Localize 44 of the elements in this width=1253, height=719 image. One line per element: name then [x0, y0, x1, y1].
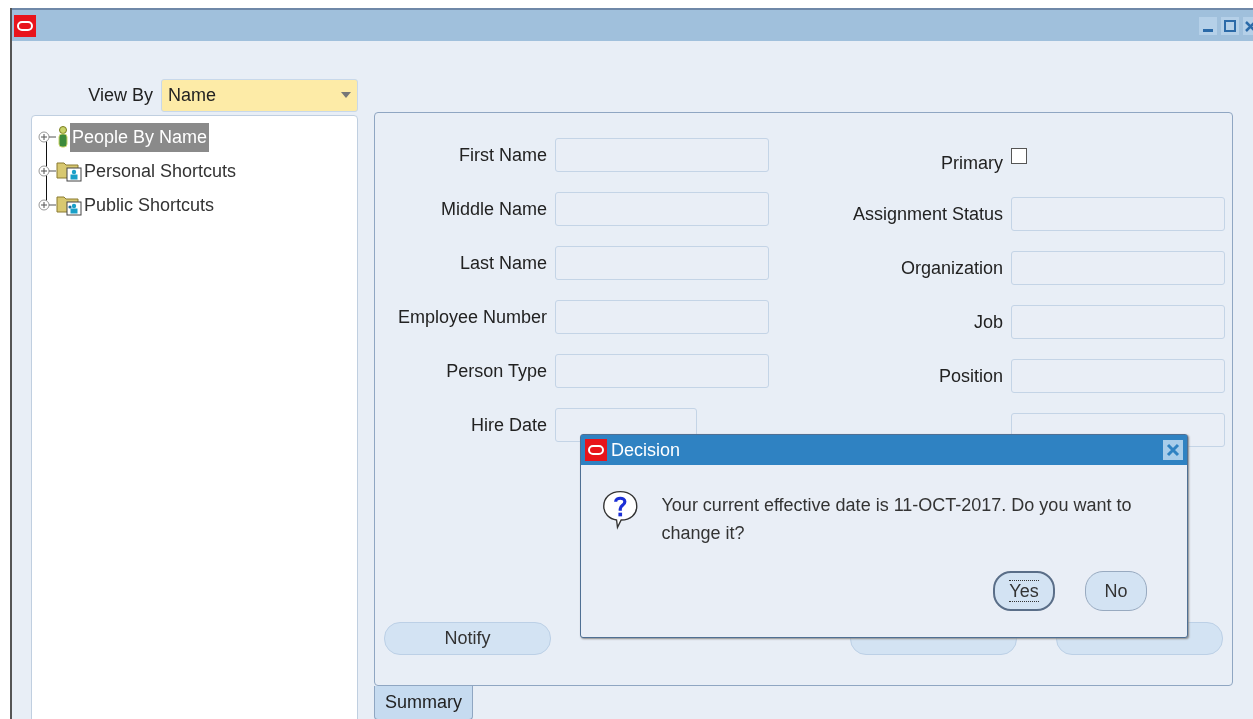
input-field[interactable] — [1011, 359, 1225, 393]
field-label: Position — [937, 365, 1003, 387]
field-label: Employee Number — [396, 306, 547, 328]
field-label: Last Name — [458, 252, 547, 274]
maximize-icon[interactable] — [1221, 16, 1239, 35]
field-label: Organization — [899, 257, 1003, 279]
checkbox[interactable] — [1011, 148, 1027, 164]
tab[interactable]: Summary — [374, 686, 473, 719]
minimize-icon[interactable] — [1199, 16, 1217, 35]
tree-item[interactable]: Personal Shortcuts — [82, 156, 239, 186]
field-label: First Name — [458, 144, 547, 166]
action-button[interactable]: Notify — [384, 622, 551, 655]
view-by-label: View By — [88, 84, 153, 106]
dialog-button[interactable]: Yes — [993, 571, 1055, 611]
input-field[interactable] — [555, 192, 769, 226]
folder-icon — [56, 160, 82, 182]
field-label: Primary — [940, 151, 1003, 174]
expand-icon[interactable] — [38, 199, 56, 211]
expand-icon[interactable] — [38, 131, 56, 143]
input-field[interactable] — [555, 246, 769, 280]
input-field[interactable] — [1011, 305, 1225, 339]
view-by-dropdown[interactable]: Name — [161, 78, 358, 112]
dialog-title: Decision — [611, 439, 682, 461]
close-icon[interactable] — [1243, 16, 1253, 35]
tree-item[interactable]: Public Shortcuts — [82, 190, 217, 220]
field-label: Assignment Status — [851, 203, 1003, 225]
input-field[interactable] — [555, 300, 769, 334]
input-field[interactable] — [555, 138, 769, 172]
dropdown-caret-icon[interactable] — [341, 92, 351, 98]
input-field[interactable] — [555, 354, 769, 388]
field-label: Hire Date — [469, 414, 547, 436]
field-label: Middle Name — [439, 198, 547, 220]
input-field[interactable] — [1011, 251, 1225, 285]
field-label: Job — [972, 311, 1003, 333]
folder-icon — [56, 194, 82, 216]
close-icon[interactable] — [1163, 440, 1183, 460]
input-field[interactable] — [1011, 197, 1225, 231]
dialog-button[interactable]: No — [1085, 571, 1147, 611]
field-label: Person Type — [445, 360, 547, 382]
dialog-message: Your current effective date is 11-OCT-2017. Do you want to change it? — [661, 494, 1133, 545]
person-icon — [56, 126, 70, 148]
oracle-logo-icon — [14, 14, 36, 37]
oracle-logo-icon — [585, 439, 607, 461]
expand-icon[interactable] — [38, 165, 56, 177]
